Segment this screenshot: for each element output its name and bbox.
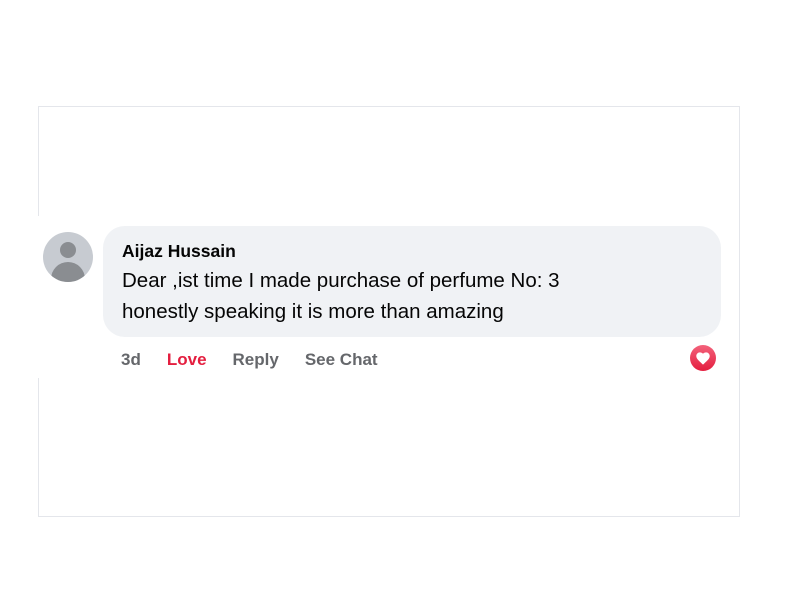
card-edge-gap [36,216,42,378]
comment-actions: 3d Love Reply See Chat [121,347,404,373]
reaction-summary[interactable] [688,343,718,373]
default-avatar-icon[interactable] [43,232,93,282]
avatar-head [60,242,76,258]
love-reaction-button[interactable]: Love [167,350,207,370]
heart-icon [690,345,716,371]
reply-button[interactable]: Reply [233,350,279,370]
comment-text: Dear ,ist time I made purchase of perfum… [122,269,560,323]
avatar-body [51,262,85,282]
comment-bubble: Aijaz Hussain Dear ,ist time I made purc… [103,226,721,337]
comment-timestamp[interactable]: 3d [121,350,141,370]
see-chat-button[interactable]: See Chat [305,350,378,370]
comment-author[interactable]: Aijaz Hussain [122,240,703,262]
